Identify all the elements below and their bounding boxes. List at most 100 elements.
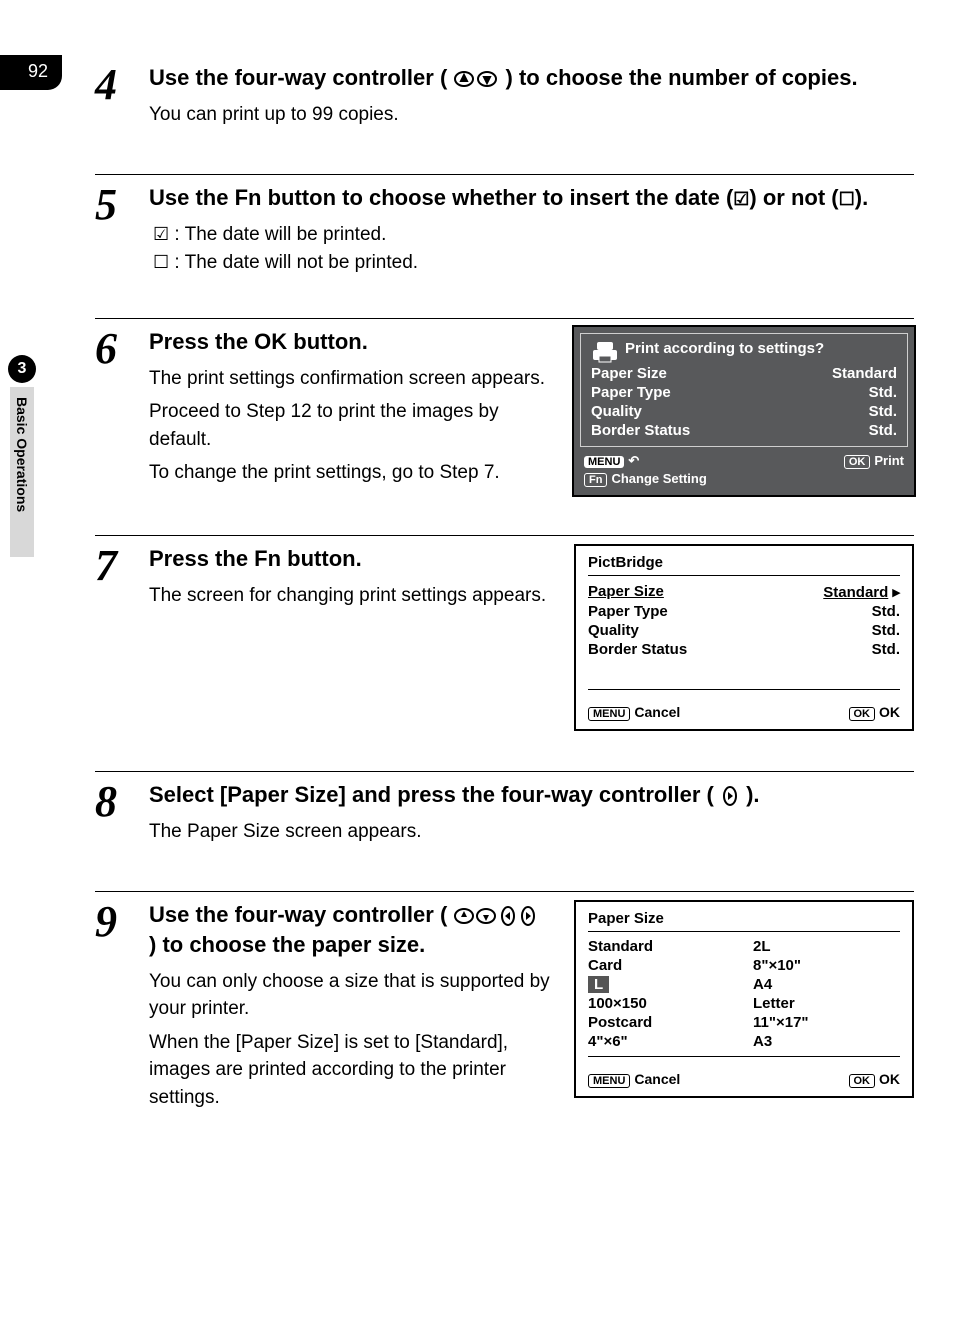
row-border: Border Status Std.	[588, 640, 900, 659]
text: ) to choose the number of copies.	[506, 65, 858, 90]
text: button to choose whether to insert the d…	[261, 185, 733, 210]
change-setting-label: Change Setting	[611, 471, 706, 486]
label: Paper Type	[591, 384, 671, 401]
label: Paper Size	[591, 365, 667, 382]
ok-badge: OK	[849, 707, 876, 721]
up-down-arrow-icon	[453, 65, 505, 90]
step8-body: The Paper Size screen appears.	[149, 818, 914, 846]
text: Use the four-way controller (	[149, 65, 447, 90]
option-100x150: 100×150	[588, 995, 735, 1012]
row-paper-type: Paper Type Std.	[588, 602, 900, 621]
step6-body1: The print settings confirmation screen a…	[149, 365, 552, 393]
menu-badge: MENU	[584, 456, 624, 468]
paper-size-screen: Paper Size Standard 2L Card 8"×10" L A4 …	[574, 900, 914, 1098]
confirmation-screen: Print according to settings? Paper Size S…	[574, 327, 914, 495]
fn-label: Fn	[254, 546, 281, 571]
step5-row-checked: ☑ : The date will be printed.	[149, 221, 914, 250]
value: Std.	[872, 603, 900, 620]
text: Use the four-way controller (	[149, 902, 447, 927]
text: Press the	[149, 329, 254, 354]
text: ).	[746, 782, 759, 807]
screen-title: Paper Size	[588, 910, 900, 932]
row-quality: Quality Std.	[591, 402, 897, 421]
text: button.	[287, 329, 368, 354]
screen-title: PictBridge	[588, 554, 900, 576]
section-number-badge: 3	[8, 355, 36, 383]
value: Std.	[869, 403, 897, 420]
pictbridge-screen: PictBridge Paper Size Standard ▸ Paper Ty…	[574, 544, 914, 731]
step5-heading: Use the Fn button to choose whether to i…	[149, 183, 914, 213]
step-number-6: 6	[95, 327, 131, 371]
text: : The date will not be printed.	[169, 252, 418, 273]
value: Std.	[872, 622, 900, 639]
menu-badge: MENU	[588, 1074, 630, 1088]
step5-row-unchecked: ☐ : The date will not be printed.	[149, 249, 914, 278]
ok-badge: OK	[844, 455, 871, 469]
four-way-arrow-icon	[453, 902, 539, 927]
side-section-tab: 3 Basic Operations	[0, 355, 44, 557]
step4-heading: Use the four-way controller ( ) to choos…	[149, 63, 914, 93]
ok-badge: OK	[849, 1074, 876, 1088]
step8-heading: Select [Paper Size] and press the four-w…	[149, 780, 914, 810]
fn-label: Fn	[235, 185, 262, 210]
cancel-label: Cancel	[634, 704, 680, 720]
step-9: 9 Use the four-way controller (	[95, 891, 914, 1117]
step9-heading: Use the four-way controller ( ) to choos…	[149, 900, 552, 959]
step-number-8: 8	[95, 780, 131, 824]
step7-heading: Press the Fn button.	[149, 544, 552, 574]
right-triangle-icon: ▸	[892, 584, 900, 601]
option-postcard: Postcard	[588, 1014, 735, 1031]
menu-badge: MENU	[588, 707, 630, 721]
option-letter: Letter	[753, 995, 900, 1012]
row-paper-size: Paper Size Standard ▸	[588, 582, 900, 602]
step-number-4: 4	[95, 63, 131, 107]
label: Paper Size	[588, 583, 664, 601]
screen-title: Print according to settings?	[625, 340, 824, 358]
label: Quality	[591, 403, 642, 420]
cancel-label: Cancel	[634, 1071, 680, 1087]
ok-label: OK	[879, 1071, 900, 1087]
step-number-5: 5	[95, 183, 131, 227]
text: Press the	[149, 546, 254, 571]
label: Border Status	[591, 422, 690, 439]
option-8x10: 8"×10"	[753, 957, 900, 974]
step9-body1: You can only choose a size that is suppo…	[149, 968, 552, 1023]
option-2l: 2L	[753, 938, 900, 955]
value: Standard	[832, 365, 897, 382]
checkbox-empty-icon: ☐	[839, 189, 855, 209]
value: Std.	[869, 422, 897, 439]
checkbox-checked-icon: ☑	[733, 189, 749, 209]
back-arrow-icon: ↶	[628, 453, 639, 468]
step9-body2: When the [Paper Size] is set to [Standar…	[149, 1029, 552, 1112]
text: ) to choose the paper size.	[149, 932, 425, 957]
row-border: Border Status Std.	[591, 421, 897, 440]
value: Standard	[823, 584, 888, 601]
paper-size-grid: Standard 2L Card 8"×10" L A4 100×150 Let…	[588, 938, 900, 1057]
step7-body: The screen for changing print settings a…	[149, 582, 552, 610]
ok-label: OK	[879, 704, 900, 720]
value: Std.	[872, 641, 900, 658]
option-11x17: 11"×17"	[753, 1014, 900, 1031]
label: Paper Type	[588, 603, 668, 620]
option-standard: Standard	[588, 938, 735, 955]
printer-icon	[591, 340, 619, 364]
step-6: 6 Press the OK button. The print setting…	[95, 318, 914, 495]
checkbox-empty-icon: ☐	[153, 252, 169, 272]
option-4x6: 4"×6"	[588, 1033, 735, 1050]
text: ) or not (	[749, 185, 838, 210]
option-card: Card	[588, 957, 735, 974]
checkbox-checked-icon: ☑	[153, 224, 169, 244]
text: : The date will be printed.	[169, 224, 386, 245]
text: button.	[281, 546, 362, 571]
text: Use the	[149, 185, 235, 210]
text: Select [Paper Size] and press the four-w…	[149, 782, 714, 807]
label: Border Status	[588, 641, 687, 658]
row-paper-size: Paper Size Standard	[591, 364, 897, 383]
text: ).	[855, 185, 868, 210]
step-7: 7 Press the Fn button. The screen for ch…	[95, 535, 914, 731]
ok-label: OK	[254, 329, 287, 354]
section-label: Basic Operations	[10, 387, 34, 557]
label: Quality	[588, 622, 639, 639]
step-number-7: 7	[95, 544, 131, 588]
step-number-9: 9	[95, 900, 131, 944]
